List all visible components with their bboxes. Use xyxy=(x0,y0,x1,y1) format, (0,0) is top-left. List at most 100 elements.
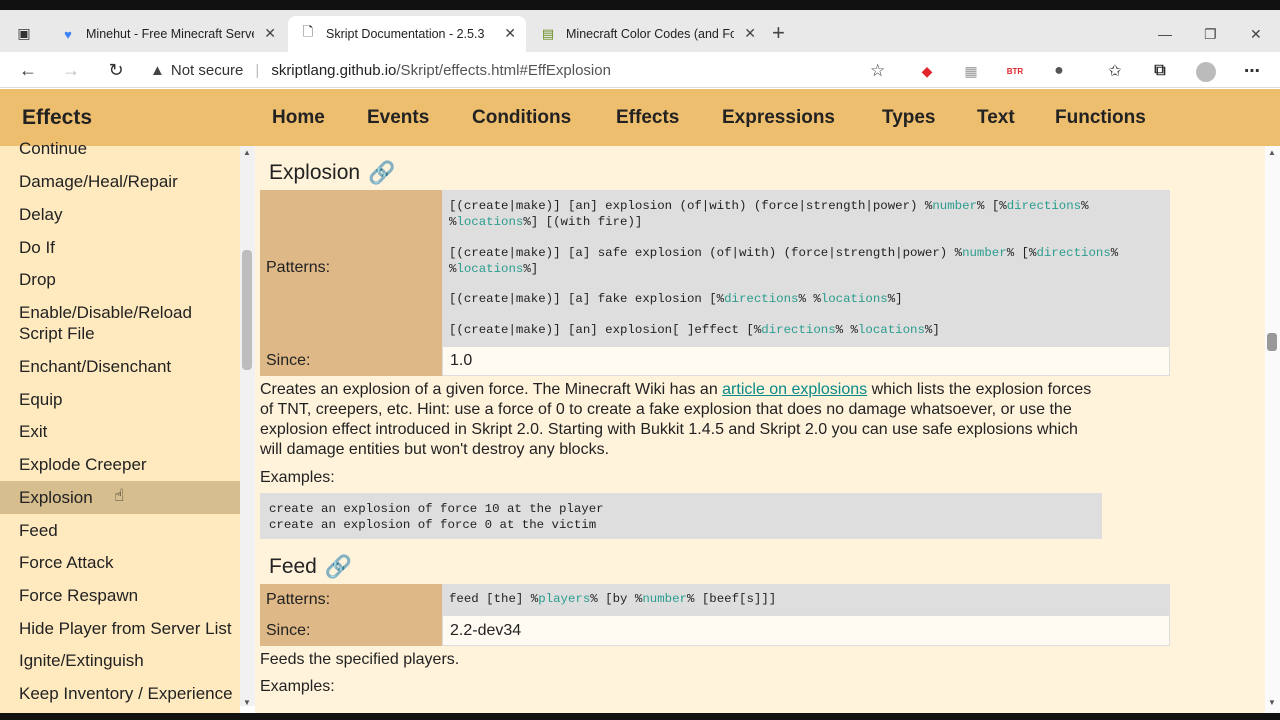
main-content: Explosion 🔗 Patterns: [(create|make)] [a… xyxy=(255,146,1265,720)
scroll-down-arrow-icon[interactable]: ▼ xyxy=(243,698,251,707)
scroll-up-arrow-icon[interactable]: ▲ xyxy=(243,148,251,157)
section-title: Explosion xyxy=(269,161,361,184)
minehut-icon: ♥ xyxy=(64,26,72,42)
close-tab-icon[interactable]: ✕ xyxy=(504,25,516,42)
pattern-line: %locations%] [(with fire)] xyxy=(449,215,643,229)
section-title: Feed xyxy=(269,555,317,578)
sidebar-item-feed[interactable]: Feed xyxy=(0,520,240,541)
nav-types[interactable]: Types xyxy=(882,107,936,129)
favorites-icon[interactable]: ✩ xyxy=(1106,62,1124,80)
close-window-icon[interactable]: ✕ xyxy=(1250,26,1262,43)
pattern-line: [(create|make)] [an] explosion[ ]effect … xyxy=(449,323,940,337)
nav-events[interactable]: Events xyxy=(367,107,429,129)
sidebar-item-delay[interactable]: Delay xyxy=(0,204,240,225)
warning-icon: ▲ xyxy=(150,61,165,79)
sidebar-item-explode-creeper[interactable]: Explode Creeper xyxy=(0,454,240,475)
tab-actions-icon[interactable]: ▣ xyxy=(14,23,34,43)
tab-title: Minecraft Color Codes (and Form xyxy=(566,27,734,41)
section-heading-explosion: Explosion 🔗 xyxy=(269,160,395,186)
link-icon[interactable]: 🔗 xyxy=(325,554,352,580)
sidebar-title: Effects xyxy=(22,106,93,129)
sidebar-item-force-attack[interactable]: Force Attack xyxy=(0,552,240,573)
collections-icon[interactable]: ⧉ xyxy=(1151,62,1169,80)
page-scroll-down-icon[interactable]: ▼ xyxy=(1268,698,1276,707)
since-value: 1.0 xyxy=(442,346,1170,376)
tab-strip: ▣ ♥ Minehut - Free Minecraft Server ✕ 🗋 … xyxy=(0,10,1280,52)
address-separator: | xyxy=(255,61,260,79)
nav-functions[interactable]: Functions xyxy=(1055,107,1146,129)
close-tab-icon[interactable]: ✕ xyxy=(744,25,756,42)
sidebar: Effects Continue Damage/Heal/Repair Dela… xyxy=(0,89,240,720)
tab-title: Skript Documentation - 2.5.3 xyxy=(326,27,485,41)
sidebar-item-equip[interactable]: Equip xyxy=(0,389,240,410)
page-scrollbar[interactable] xyxy=(1265,146,1280,720)
close-tab-icon[interactable]: ✕ xyxy=(264,25,276,42)
examples-label: Examples: xyxy=(260,678,335,695)
page-scroll-up-icon[interactable]: ▲ xyxy=(1268,148,1276,157)
btr-ext-icon[interactable]: BTR xyxy=(1006,62,1024,80)
minimize-icon[interactable]: — xyxy=(1158,26,1172,42)
tab-skript-docs[interactable]: 🗋 Skript Documentation - 2.5.3 ✕ xyxy=(288,16,526,52)
tab-minehut[interactable]: ♥ Minehut - Free Minecraft Server ✕ xyxy=(48,16,286,52)
nav-text[interactable]: Text xyxy=(977,107,1015,129)
address-bar[interactable]: ▲ Not secure | skriptlang.github.io /Skr… xyxy=(150,55,898,85)
explosion-table: Patterns: [(create|make)] [an] explosion… xyxy=(260,190,1170,376)
patterns-cell: feed [the] %players% [by %number% [beef[… xyxy=(442,584,1170,615)
security-label: Not secure xyxy=(170,61,244,79)
sidebar-scrollbar[interactable] xyxy=(240,146,255,706)
chat-ext-icon[interactable]: ● xyxy=(1050,62,1068,80)
screen-top-bar xyxy=(0,0,1280,10)
explosion-description: Creates an explosion of a given force. T… xyxy=(260,380,1100,460)
pattern-line: [(create|make)] [an] explosion (of|with)… xyxy=(449,199,1089,213)
tab-title: Minehut - Free Minecraft Server xyxy=(86,27,254,41)
sidebar-item-do-if[interactable]: Do If xyxy=(0,237,240,258)
refresh-icon[interactable]: ↻ xyxy=(105,59,127,81)
browser-window: ▣ ♥ Minehut - Free Minecraft Server ✕ 🗋 … xyxy=(0,0,1280,720)
page-scroll-thumb[interactable] xyxy=(1267,333,1277,351)
forward-arrow-icon[interactable]: → xyxy=(60,59,82,81)
patterns-label: Patterns: xyxy=(260,584,442,615)
nav-effects[interactable]: Effects xyxy=(616,107,679,129)
feed-table: Patterns: feed [the] %players% [by %numb… xyxy=(260,584,1170,646)
sidebar-scroll-thumb[interactable] xyxy=(242,250,252,370)
description-text: Creates an explosion of a given force. T… xyxy=(260,381,723,398)
restore-icon[interactable]: ❐ xyxy=(1204,26,1217,43)
nav-expressions[interactable]: Expressions xyxy=(722,107,835,129)
patterns-label: Patterns: xyxy=(260,190,442,346)
pattern-line: [(create|make)] [a] fake explosion [%dir… xyxy=(449,292,903,306)
tab-color-codes[interactable]: ▤ Minecraft Color Codes (and Form ✕ xyxy=(528,16,766,52)
sidebar-item-damage-heal-repair[interactable]: Damage/Heal/Repair xyxy=(0,171,240,192)
sidebar-item-ignite-extinguish[interactable]: Ignite/Extinguish xyxy=(0,650,240,671)
grid-ext-icon[interactable]: ▦ xyxy=(962,62,980,80)
sidebar-item-continue[interactable]: Continue xyxy=(0,138,240,158)
sidebar-item-force-respawn[interactable]: Force Respawn xyxy=(0,585,240,606)
sidebar-item-enchant-disenchant[interactable]: Enchant/Disenchant xyxy=(0,356,240,377)
nav-home[interactable]: Home xyxy=(272,107,325,129)
sidebar-item-hide-player[interactable]: Hide Player from Server List xyxy=(0,618,240,639)
examples-code: create an explosion of force 10 at the p… xyxy=(260,493,1102,539)
since-label: Since: xyxy=(260,346,442,376)
feed-description: Feeds the specified players. xyxy=(260,651,460,668)
more-menu-icon[interactable]: ⋯ xyxy=(1243,62,1261,80)
sidebar-item-exit[interactable]: Exit xyxy=(0,421,240,442)
address-row: ← → ↻ ▲ Not secure | skriptlang.github.i… xyxy=(0,52,1280,88)
new-tab-button[interactable]: + xyxy=(772,22,785,44)
profile-avatar[interactable] xyxy=(1196,62,1216,82)
section-heading-feed: Feed 🔗 xyxy=(269,554,352,580)
sidebar-item-keep-inventory[interactable]: Keep Inventory / Experience xyxy=(0,683,240,704)
examples-label: Examples: xyxy=(260,469,335,486)
sheet-icon: ▤ xyxy=(541,26,555,41)
sidebar-item-drop[interactable]: Drop xyxy=(0,269,240,290)
add-favorite-icon[interactable]: ☆ xyxy=(870,61,885,81)
pattern-line: %locations%] xyxy=(449,262,539,276)
roblox-ext-icon[interactable]: ◆ xyxy=(918,62,936,80)
pattern-line: [(create|make)] [a] safe explosion (of|w… xyxy=(449,246,1119,260)
screen-bottom-bar xyxy=(0,713,1280,720)
back-arrow-icon[interactable]: ← xyxy=(17,59,39,81)
nav-conditions[interactable]: Conditions xyxy=(472,107,571,129)
sidebar-item-enable-disable-reload[interactable]: Enable/Disable/Reload Script File xyxy=(0,302,240,344)
document-icon: 🗋 xyxy=(302,24,314,39)
wiki-article-link[interactable]: article on explosions xyxy=(722,381,867,398)
top-navigation: Home Events Conditions Effects Expressio… xyxy=(240,89,1280,146)
link-icon[interactable]: 🔗 xyxy=(368,160,395,186)
